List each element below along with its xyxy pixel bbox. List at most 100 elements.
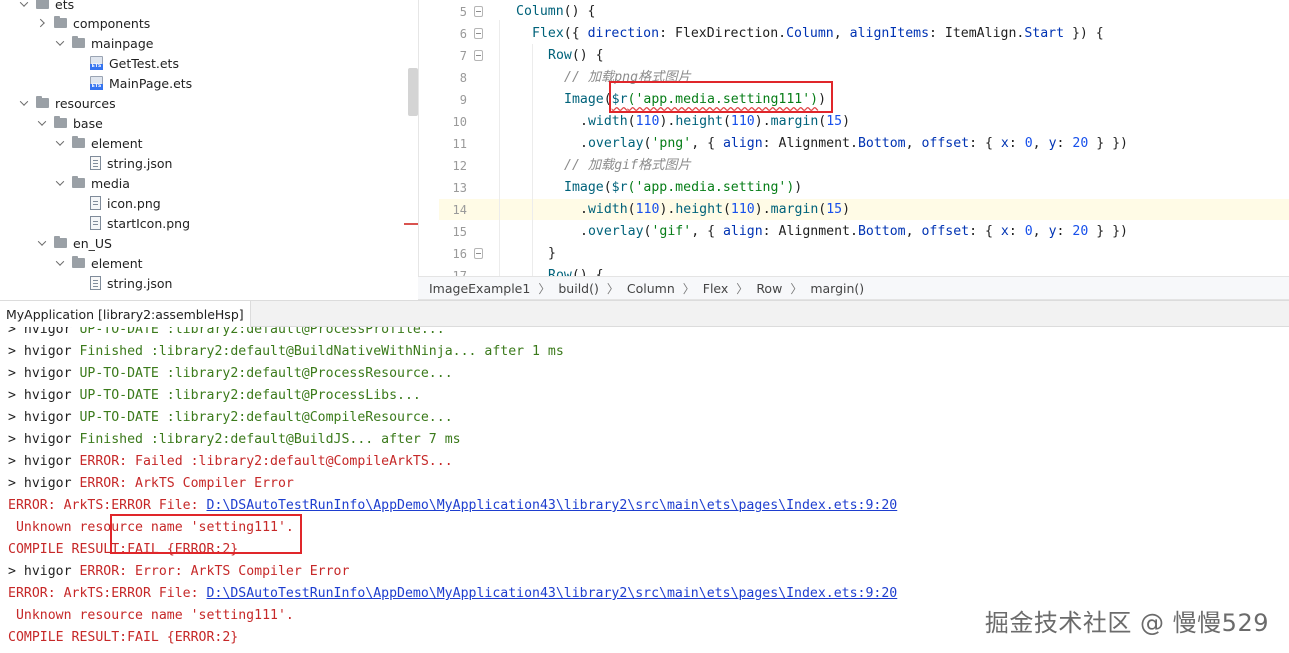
console-status: ERROR: ArkTS Compiler Error	[79, 476, 294, 491]
console-line: Unknown resource name 'setting111'.	[8, 608, 294, 623]
console-line: > hvigor UP-TO-DATE :library2:default@Pr…	[8, 363, 453, 385]
build-tab-bar: MyApplication [library2:assembleHsp]	[0, 300, 1289, 327]
tree-item-gettest[interactable]: GetTest.ets	[90, 53, 179, 73]
tab-build-task[interactable]: MyApplication [library2:assembleHsp]	[0, 301, 251, 327]
breadcrumb-item[interactable]: Row	[756, 281, 782, 296]
tree-item-en-us[interactable]: en_US	[36, 233, 112, 253]
json-file-icon	[90, 276, 101, 290]
code-token: : ItemAlign.	[929, 26, 1025, 41]
chevron-down-icon[interactable]	[54, 177, 66, 189]
tree-item-starticon-png[interactable]: startIcon.png	[90, 213, 190, 233]
console-status: ERROR: Failed :library2:default@CompileA…	[79, 454, 453, 469]
tree-item-components[interactable]: components	[36, 13, 150, 33]
code-token: (	[722, 202, 731, 217]
tree-item-label: resources	[55, 95, 116, 111]
breadcrumb-item[interactable]: Column	[627, 281, 675, 296]
tree-item-base[interactable]: base	[36, 113, 103, 133]
tree-item-mainpage[interactable]: mainpage	[54, 33, 153, 53]
current-line-highlight	[439, 199, 1289, 220]
tree-item-resources[interactable]: resources	[18, 93, 116, 113]
tree-item-label: element	[91, 255, 143, 271]
folder-icon	[72, 256, 85, 268]
code-line: .width(110).height(110).margin(15)	[580, 199, 850, 221]
code-token: () {	[571, 268, 604, 276]
console-line: > hvigor Finished :library2:default@Buil…	[8, 341, 564, 363]
console-status: Finished :library2:default@BuildNativeWi…	[79, 344, 564, 359]
json-file-icon	[90, 156, 101, 170]
code-token: ,	[905, 224, 922, 239]
code-token: y	[1048, 136, 1057, 151]
console-line: > hvigor ERROR: ArkTS Compiler Error	[8, 473, 294, 495]
code-token: , {	[691, 224, 723, 239]
code-token: )	[794, 180, 803, 195]
code-token: $r	[611, 180, 628, 195]
console-prefix: > hvigor	[8, 432, 80, 447]
code-token: ,	[833, 26, 850, 41]
chevron-right-icon[interactable]	[36, 17, 48, 29]
line-number: 14	[452, 203, 467, 217]
code-line: .width(110).height(110).margin(15)	[580, 111, 850, 133]
code-token: (	[627, 114, 636, 129]
tree-scrollbar[interactable]	[408, 68, 418, 116]
tree-item-mainpage-ets[interactable]: MainPage.ets	[90, 73, 192, 93]
tree-item-icon-png[interactable]: icon.png	[90, 193, 161, 213]
folder-icon	[72, 176, 85, 188]
folder-icon	[54, 236, 67, 248]
tree-item-ets[interactable]: ets	[18, 0, 74, 14]
code-token: ,	[1032, 224, 1049, 239]
code-token: 110	[635, 114, 660, 129]
code-token: ,	[1032, 136, 1049, 151]
tree-item-element[interactable]: element	[54, 253, 143, 273]
code-token: 110	[730, 202, 755, 217]
console-prefix: > hvigor	[8, 388, 80, 403]
tree-item-media[interactable]: media	[54, 173, 130, 193]
breadcrumb-item[interactable]: ImageExample1	[429, 281, 530, 296]
code-token: margin	[770, 114, 819, 129]
code-editor[interactable]: 5 6 7 8 9 10 11 12 13 14 15 16 17 Column…	[418, 0, 1289, 276]
fold-icon[interactable]	[474, 50, 483, 61]
code-token: :	[1056, 136, 1073, 151]
breadcrumb-separator: 〉	[606, 281, 619, 296]
code-token: ({	[563, 26, 588, 41]
fold-icon[interactable]	[474, 248, 483, 259]
console-line: ERROR: ArkTS:ERROR File: D:\DSAutoTestRu…	[8, 583, 897, 605]
chevron-down-icon[interactable]	[54, 257, 66, 269]
tree-item-string-json[interactable]: string.json	[90, 273, 172, 293]
tree-item-element[interactable]: element	[54, 133, 143, 153]
chevron-down-icon[interactable]	[36, 117, 48, 129]
code-line: }	[548, 246, 556, 261]
fold-icon[interactable]	[474, 28, 483, 39]
code-line: Row() {	[548, 45, 604, 67]
code-token: direction	[587, 26, 660, 41]
line-number: 10	[452, 115, 467, 129]
tree-item-label: mainpage	[91, 35, 154, 51]
breadcrumb-item[interactable]: build()	[558, 281, 599, 296]
code-comment: // 加载gif格式图片	[564, 158, 691, 173]
code-token: ).	[659, 202, 676, 217]
chevron-down-icon[interactable]	[54, 37, 66, 49]
chevron-down-icon[interactable]	[36, 237, 48, 249]
file-link[interactable]: D:\DSAutoTestRunInfo\AppDemo\MyApplicati…	[207, 498, 898, 513]
code-token: 0	[1024, 224, 1033, 239]
code-token: offset	[921, 224, 970, 239]
code-token: (	[603, 180, 612, 195]
chevron-down-icon[interactable]	[18, 0, 30, 10]
breadcrumb-item[interactable]: Flex	[703, 281, 729, 296]
code-token: Bottom	[857, 224, 906, 239]
code-line: Flex({ direction: FlexDirection.Column, …	[532, 23, 1104, 45]
chevron-down-icon[interactable]	[54, 137, 66, 149]
console-prefix: > hvigor	[8, 454, 80, 469]
code-token: 20	[1072, 136, 1089, 151]
breadcrumb-separator: 〉	[790, 281, 803, 296]
file-link[interactable]: D:\DSAutoTestRunInfo\AppDemo\MyApplicati…	[207, 586, 898, 601]
tree-item-string-json[interactable]: string.json	[90, 153, 172, 173]
code-line: Row() {	[548, 265, 604, 276]
fold-icon[interactable]	[474, 6, 483, 17]
console-prefix: > hvigor	[8, 327, 80, 337]
code-token: () {	[571, 48, 604, 63]
chevron-down-icon[interactable]	[18, 97, 30, 109]
line-number: 11	[452, 137, 467, 151]
code-token: (	[722, 114, 731, 129]
indent-guide	[499, 20, 500, 276]
breadcrumb-item[interactable]: margin()	[810, 281, 864, 296]
